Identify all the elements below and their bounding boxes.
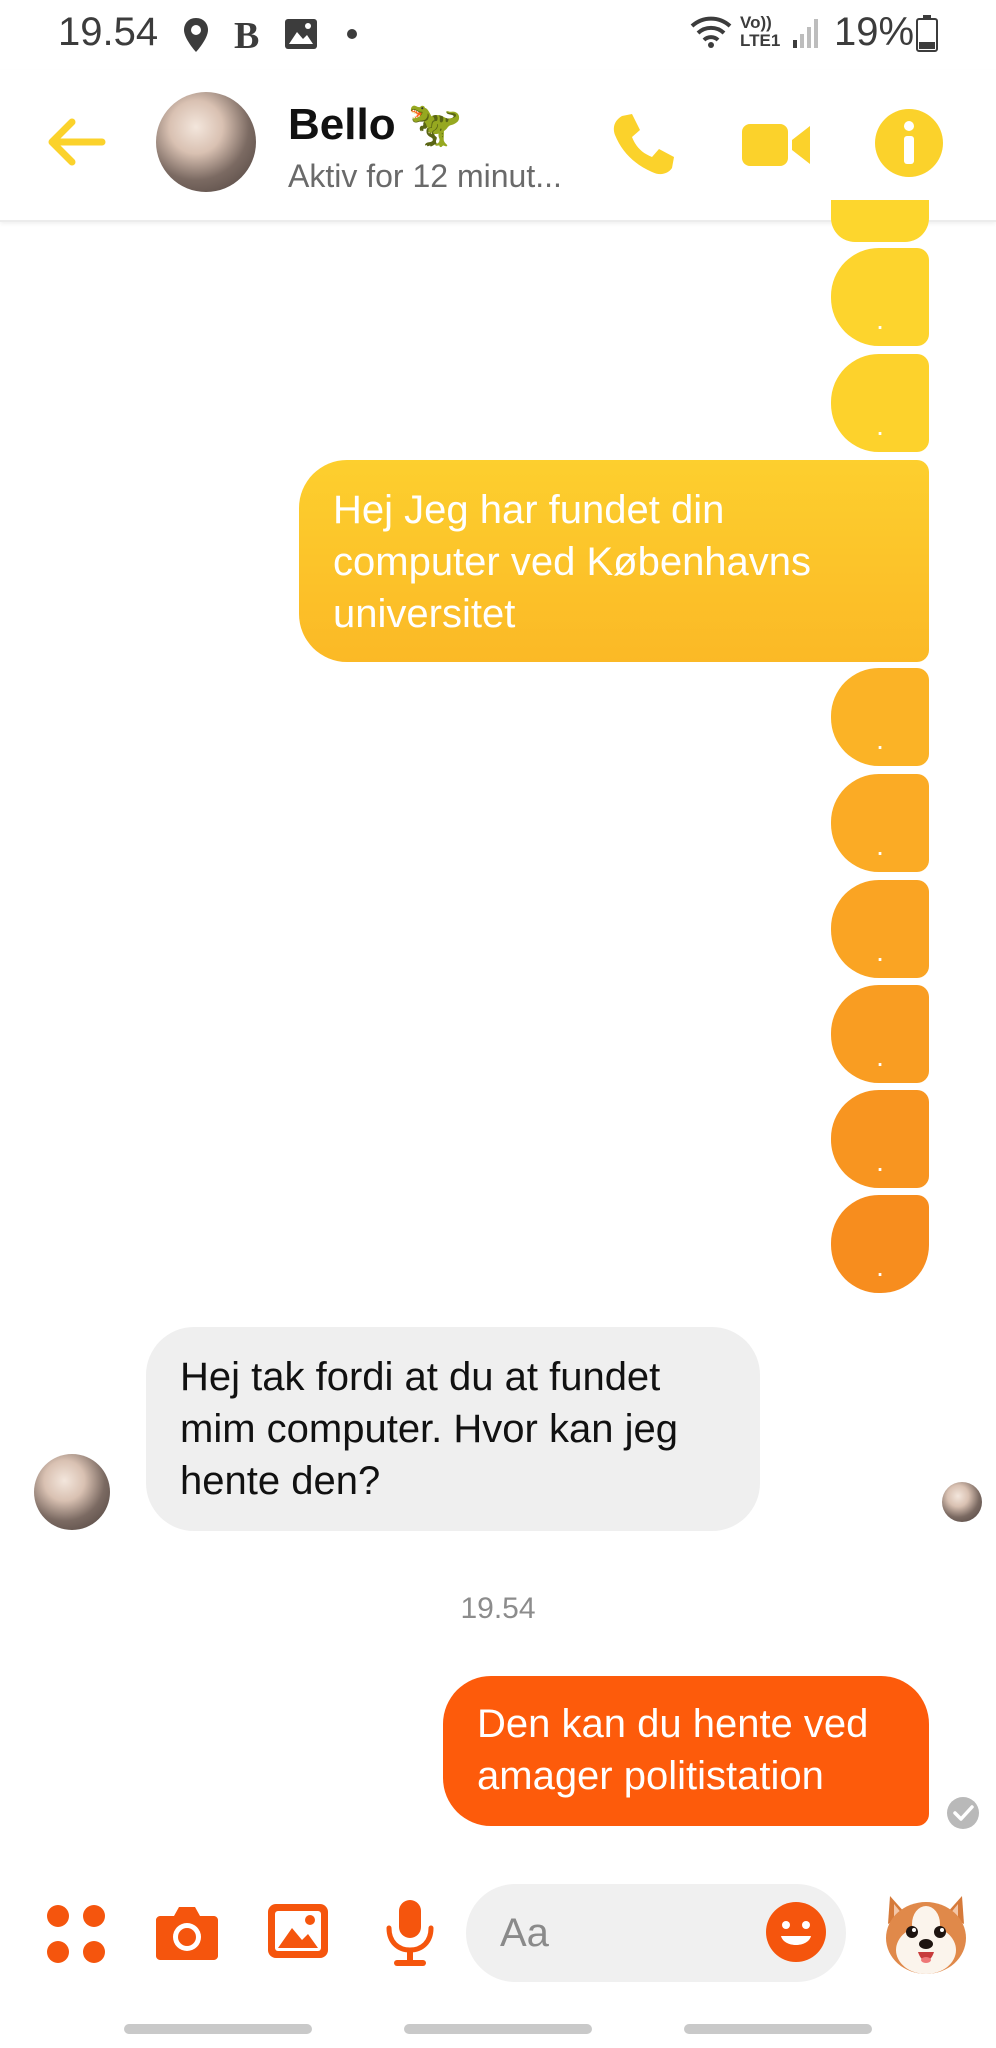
contact-active-status: Aktiv for 12 minut... — [288, 158, 562, 194]
sent-message-text: Den kan du hente ved amager politistatio… — [477, 1702, 869, 1798]
sent-dot-bubble: . — [831, 354, 929, 452]
status-time: 19.54 — [58, 10, 159, 54]
microphone-icon[interactable] — [380, 1898, 440, 1968]
sender-avatar[interactable] — [34, 1454, 110, 1530]
dot-text: . — [876, 724, 884, 755]
sent-message-text: Hej Jeg har fundet din computer ved Købe… — [333, 488, 812, 636]
sent-message-bubble[interactable]: Den kan du hente ved amager politistatio… — [443, 1676, 929, 1826]
dot-text: . — [876, 304, 884, 335]
battery-percentage: 19% — [834, 10, 915, 54]
battery-icon — [916, 15, 938, 52]
dot-text: . — [876, 1146, 884, 1177]
location-icon — [184, 18, 208, 52]
sent-dot-bubble: . — [831, 668, 929, 766]
received-message-bubble[interactable]: Hej tak fordi at du at fundet mim comput… — [146, 1327, 760, 1531]
sent-dot-bubble — [831, 200, 929, 242]
dot-text: . — [876, 830, 884, 861]
info-icon[interactable] — [872, 106, 946, 180]
message-composer — [0, 1870, 996, 2000]
sent-dot-bubble: . — [831, 774, 929, 872]
dot-icon — [347, 29, 357, 39]
gallery-icon[interactable] — [266, 1900, 330, 1964]
wifi-icon — [690, 16, 732, 48]
sent-dot-bubble: . — [831, 1195, 929, 1293]
nav-back-handle[interactable] — [684, 2024, 872, 2034]
dot-text: . — [876, 1251, 884, 1282]
sent-dot-bubble: . — [831, 985, 929, 1083]
svg-text:B: B — [234, 16, 259, 54]
video-call-icon[interactable] — [740, 110, 812, 180]
sent-dot-bubble: . — [831, 880, 929, 978]
message-timestamp: 19.54 — [460, 1592, 536, 1625]
image-icon — [285, 19, 317, 49]
contact-avatar[interactable] — [156, 92, 256, 192]
dot-text: . — [876, 410, 884, 441]
phone-icon[interactable] — [608, 110, 678, 180]
camera-icon[interactable] — [154, 1900, 220, 1966]
dot-text: . — [876, 1041, 884, 1072]
nav-recents-handle[interactable] — [124, 2024, 312, 2034]
delivered-check-icon — [947, 1797, 979, 1829]
contact-name[interactable]: Bello 🦖 — [288, 98, 463, 150]
sent-message-bubble[interactable]: Hej Jeg har fundet din computer ved Købe… — [299, 460, 929, 662]
dinosaur-emoji: 🦖 — [407, 100, 463, 149]
seen-avatar — [942, 1482, 982, 1522]
bold-b-icon: B — [234, 16, 259, 54]
sent-dot-bubble: . — [831, 248, 929, 346]
sent-dot-bubble: . — [831, 1090, 929, 1188]
dot-text: . — [876, 936, 884, 967]
apps-icon[interactable] — [44, 1902, 110, 1968]
emoji-icon[interactable] — [764, 1900, 828, 1964]
contact-name-text: Bello — [288, 100, 396, 149]
sticker-avatar-icon[interactable] — [876, 1880, 976, 1980]
signal-icon — [793, 19, 818, 48]
back-arrow-icon[interactable] — [44, 106, 108, 178]
nav-home-handle[interactable] — [404, 2024, 592, 2034]
volte-lte-icon: Vo)) LTE1 — [740, 13, 781, 50]
system-navigation-bar — [0, 2014, 996, 2048]
status-bar: 19.54 B Vo)) LTE1 19% — [0, 0, 996, 70]
received-message-text: Hej tak fordi at du at fundet mim comput… — [180, 1355, 678, 1503]
